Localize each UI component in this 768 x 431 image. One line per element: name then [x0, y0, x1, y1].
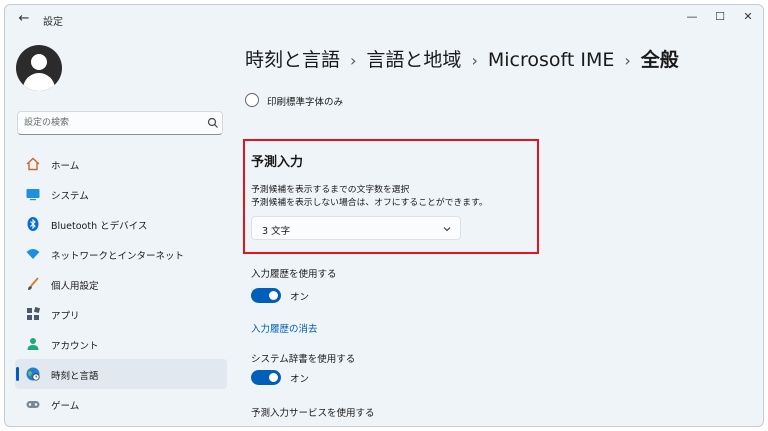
- sidebar-item-label: アプリ: [51, 311, 80, 322]
- system-dictionary-toggle[interactable]: [251, 370, 281, 385]
- prediction-service-label: 予測入力サービスを使用する: [251, 408, 375, 419]
- sidebar-item-label: Bluetooth とデバイス: [51, 221, 148, 232]
- minimize-icon[interactable]: —: [679, 7, 705, 27]
- breadcrumb-item-microsoft-ime[interactable]: Microsoft IME: [488, 49, 615, 71]
- prediction-char-count-dropdown[interactable]: 3 文字: [251, 216, 461, 240]
- clear-history-link[interactable]: 入力履歴の消去: [251, 321, 318, 335]
- radio-label: 印刷標準字体のみ: [267, 97, 344, 108]
- sidebar-item-time-language[interactable]: 時刻と言語: [15, 359, 227, 389]
- prediction-description-off: 予測候補を表示しない場合は、オフにすることができます。: [251, 198, 488, 208]
- sidebar-item-accounts[interactable]: アカウント: [15, 329, 227, 359]
- radio-button[interactable]: [245, 93, 259, 107]
- system-dictionary-toggle-text: オン: [290, 374, 310, 385]
- sidebar-item-apps[interactable]: アプリ: [15, 299, 227, 329]
- search-icon[interactable]: [206, 116, 220, 130]
- breadcrumb-separator: ›: [624, 51, 631, 70]
- sidebar-item-gaming[interactable]: ゲーム: [15, 389, 227, 419]
- sidebar-item-label: ゲーム: [51, 401, 80, 412]
- sidebar-nav: ホーム システム Bluetooth とデバイス ネットワークとインターネット: [15, 149, 227, 419]
- sidebar-item-label: 時刻と言語: [51, 371, 99, 382]
- chevron-down-icon: [443, 227, 451, 232]
- dropdown-value: 3 文字: [262, 226, 291, 237]
- breadcrumb: 時刻と言語 › 言語と地域 › Microsoft IME › 全般: [245, 45, 679, 72]
- bluetooth-icon: [27, 217, 39, 231]
- sidebar-item-system[interactable]: システム: [15, 179, 227, 209]
- breadcrumb-item-time-language[interactable]: 時刻と言語: [245, 49, 340, 71]
- section-title-prediction: 予測入力: [251, 155, 304, 170]
- sidebar-item-label: 個人用設定: [51, 281, 99, 292]
- sidebar-item-label: ネットワークとインターネット: [51, 251, 185, 262]
- sidebar-item-network[interactable]: ネットワークとインターネット: [15, 239, 227, 269]
- wifi-icon: [26, 249, 40, 259]
- breadcrumb-separator: ›: [471, 51, 478, 70]
- sidebar-item-label: システム: [51, 191, 89, 202]
- search-box[interactable]: [17, 111, 223, 135]
- title-bar: ← 設定 — ☐ ✕: [5, 5, 763, 31]
- globe-clock-icon: [26, 367, 40, 381]
- avatar[interactable]: [16, 45, 62, 91]
- maximize-icon[interactable]: ☐: [707, 7, 733, 27]
- account-icon: [27, 338, 39, 350]
- input-history-toggle-text: オン: [290, 292, 310, 303]
- sidebar-item-home[interactable]: ホーム: [15, 149, 227, 179]
- sidebar-item-label: アカウント: [51, 341, 99, 352]
- breadcrumb-separator: ›: [350, 51, 357, 70]
- apps-icon: [27, 306, 41, 320]
- home-icon: [26, 157, 40, 171]
- selection-indicator: [16, 367, 19, 381]
- input-history-toggle[interactable]: [251, 288, 281, 303]
- app-title: 設定: [43, 17, 63, 28]
- page-title: 全般: [640, 49, 679, 71]
- settings-window: ← 設定 — ☐ ✕ ホーム システム: [4, 4, 764, 427]
- input-history-label: 入力履歴を使用する: [251, 269, 337, 280]
- prediction-description: 予測候補を表示するまでの文字数を選択: [251, 185, 410, 195]
- search-input[interactable]: [24, 115, 194, 131]
- sidebar-item-bluetooth[interactable]: Bluetooth とデバイス: [15, 209, 227, 239]
- system-dictionary-label: システム辞書を使用する: [251, 354, 356, 365]
- close-icon[interactable]: ✕: [735, 7, 761, 27]
- sidebar-item-personalization[interactable]: 個人用設定: [15, 269, 227, 299]
- sidebar-item-label: ホーム: [51, 161, 80, 172]
- breadcrumb-item-language-region[interactable]: 言語と地域: [366, 49, 461, 71]
- brush-icon: [28, 277, 39, 290]
- gamepad-icon: [26, 401, 40, 408]
- back-arrow-icon[interactable]: ←: [15, 11, 33, 27]
- display-icon: [26, 189, 40, 201]
